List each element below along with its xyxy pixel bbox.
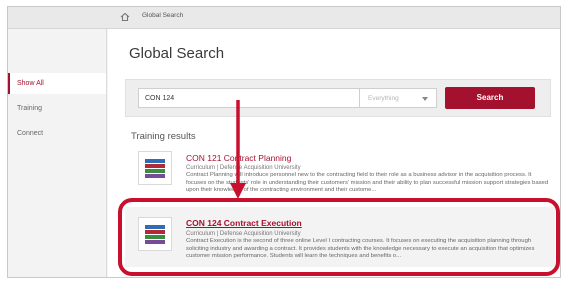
scope-selected-value: Everything — [368, 95, 399, 102]
books-icon — [138, 151, 172, 185]
scope-dropdown[interactable]: Everything — [360, 88, 437, 108]
sidebar-item-training[interactable]: Training — [8, 98, 106, 119]
sidebar: Show All Training Connect — [8, 29, 107, 277]
results-heading: Training results — [131, 131, 196, 142]
search-panel: Everything Search — [125, 79, 551, 117]
sidebar-item-connect[interactable]: Connect — [8, 123, 106, 144]
breadcrumb-current[interactable]: Global Search — [142, 12, 183, 19]
result-meta: Curriculum | Defense Acquisition Univers… — [186, 165, 301, 171]
page-title: Global Search — [129, 45, 225, 62]
home-icon[interactable] — [120, 12, 130, 22]
result-item[interactable]: CON 124 Contract Execution Curriculum | … — [125, 207, 555, 267]
result-title-link[interactable]: CON 124 Contract Execution — [186, 218, 302, 228]
chevron-down-icon — [422, 97, 428, 101]
result-meta: Curriculum | Defense Acquisition Univers… — [186, 231, 301, 237]
search-button[interactable]: Search — [445, 87, 535, 109]
result-description: Contract Planning will introduce personn… — [186, 172, 549, 194]
result-item[interactable]: CON 121 Contract Planning Curriculum | D… — [125, 143, 555, 199]
app-window: Global Search Show All Training Connect … — [7, 6, 561, 278]
breadcrumb: Global Search — [8, 7, 560, 29]
sidebar-item-show-all[interactable]: Show All — [8, 73, 106, 94]
result-title-link[interactable]: CON 121 Contract Planning — [186, 153, 291, 163]
search-input[interactable] — [138, 88, 360, 108]
books-icon — [138, 217, 172, 251]
result-description: Contract Execution is the second of thre… — [186, 238, 535, 260]
main-content: Global Search Everything Search Training… — [108, 29, 560, 277]
